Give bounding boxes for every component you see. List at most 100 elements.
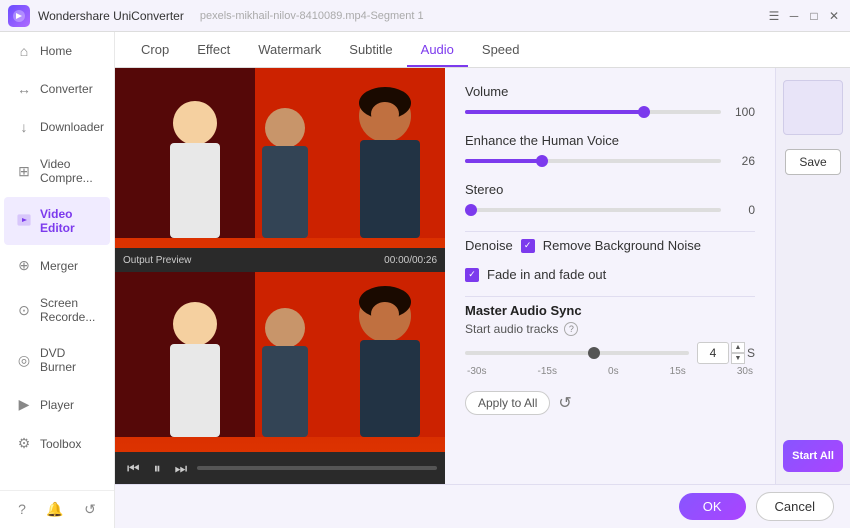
sidebar-item-converter[interactable]: ↔ Converter xyxy=(4,71,110,107)
enhance-fill xyxy=(465,159,542,163)
divider-2 xyxy=(465,296,755,297)
denoise-label: Denoise xyxy=(465,238,513,253)
volume-slider-row: 100 xyxy=(465,105,755,119)
title-bar-left: Wondershare UniConverter pexels-mikhail-… xyxy=(8,5,424,27)
sidebar-item-video-editor[interactable]: Video Editor xyxy=(4,197,110,245)
video-frame-bottom xyxy=(115,272,445,452)
dvd-icon: ◎ xyxy=(16,352,32,369)
volume-label: Volume xyxy=(465,84,755,99)
sidebar-item-merger[interactable]: ⊕ Merger xyxy=(4,247,110,284)
enhance-slider[interactable] xyxy=(465,159,721,163)
sidebar-label-merger: Merger xyxy=(40,259,78,273)
close-button[interactable]: ✕ xyxy=(826,8,842,24)
stereo-row: Stereo 0 xyxy=(465,182,755,217)
num-input-group: ▲ ▼ S xyxy=(697,342,755,364)
enhance-row: Enhance the Human Voice 26 xyxy=(465,133,755,168)
timeline-row: ▲ ▼ S xyxy=(465,342,755,364)
sidebar-item-player[interactable]: ▶ Player xyxy=(4,386,110,423)
stepper-down[interactable]: ▼ xyxy=(731,353,745,364)
ok-button[interactable]: OK xyxy=(679,493,746,520)
sidebar-item-dvd-burner[interactable]: ◎ DVD Burner xyxy=(4,336,110,384)
divider-1 xyxy=(465,231,755,232)
preview-thumbnail-box xyxy=(783,80,843,135)
sidebar-label-player: Player xyxy=(40,398,74,412)
sidebar-label-compressor: Video Compre... xyxy=(40,157,98,185)
video-preview-bottom xyxy=(115,272,445,452)
apply-all-button[interactable]: Apply to All xyxy=(465,391,550,415)
pause-button[interactable]: ⏸ xyxy=(150,458,165,479)
recorder-icon: ⊙ xyxy=(16,302,32,319)
sync-unit: S xyxy=(747,346,755,360)
preview-label: Output Preview xyxy=(123,255,191,266)
sidebar-label-converter: Converter xyxy=(40,82,93,96)
reset-button[interactable]: ↺ xyxy=(558,393,571,413)
sidebar-item-video-compressor[interactable]: ⊞ Video Compre... xyxy=(4,147,110,195)
tab-speed[interactable]: Speed xyxy=(468,34,534,67)
compressor-icon: ⊞ xyxy=(16,163,32,180)
skip-back-button[interactable]: ⏮ xyxy=(123,458,144,479)
stereo-slider-row: 0 xyxy=(465,203,755,217)
window-title: pexels-mikhail-nilov-8410089.mp4-Segment… xyxy=(200,10,424,22)
settings-panel: Volume 100 Enhance the Human Voice xyxy=(445,68,775,484)
timeline-thumb[interactable] xyxy=(588,347,600,359)
main-content: ⌂ Home ↔ Converter ↓ Downloader ⊞ Video … xyxy=(0,32,850,528)
cancel-button[interactable]: Cancel xyxy=(756,492,834,521)
dialog-container: Crop Effect Watermark Subtitle Audio Spe… xyxy=(115,32,850,528)
stereo-thumb[interactable] xyxy=(465,204,477,216)
refresh-icon[interactable]: ↺ xyxy=(84,501,96,518)
sidebar-item-home[interactable]: ⌂ Home xyxy=(4,33,110,69)
remove-bg-checkbox[interactable]: ✓ xyxy=(521,239,535,253)
video-preview-top xyxy=(115,68,445,248)
fade-checkbox-row: ✓ Fade in and fade out xyxy=(465,267,755,282)
timeline-label-0: 0s xyxy=(608,366,619,377)
stereo-value: 0 xyxy=(731,203,755,217)
notification-icon[interactable]: 🔔 xyxy=(46,501,63,518)
fade-row: ✓ Fade in and fade out xyxy=(465,267,755,282)
sync-value-input[interactable] xyxy=(697,342,729,364)
stereo-slider[interactable] xyxy=(465,208,721,212)
right-panel: Save Start All xyxy=(775,68,850,484)
timeline-label-p30: 30s xyxy=(737,366,753,377)
dialog-body: Output Preview 00:00/00:26 xyxy=(115,68,850,484)
denoise-checkbox-row: Denoise ✓ Remove Background Noise xyxy=(465,238,755,253)
tab-watermark[interactable]: Watermark xyxy=(244,34,335,67)
start-all-button[interactable]: Start All xyxy=(783,440,843,472)
preview-time: 00:00/00:26 xyxy=(384,255,437,266)
sidebar-item-screen-recorder[interactable]: ⊙ Screen Recorde... xyxy=(4,286,110,334)
progress-bar[interactable] xyxy=(197,466,437,470)
master-sync-row: Master Audio Sync Start audio tracks ? ▲ xyxy=(465,303,755,377)
stereo-label: Stereo xyxy=(465,182,755,197)
controls-bar: ⏮ ⏸ ⏭ xyxy=(115,452,445,484)
skip-forward-button[interactable]: ⏭ xyxy=(171,458,192,479)
enhance-thumb[interactable] xyxy=(536,155,548,167)
title-bar: Wondershare UniConverter pexels-mikhail-… xyxy=(0,0,850,32)
enhance-slider-row: 26 xyxy=(465,154,755,168)
sidebar-item-toolbox[interactable]: ⚙ Toolbox xyxy=(4,425,110,462)
maximize-button[interactable]: □ xyxy=(806,8,822,24)
sidebar-label-toolbox: Toolbox xyxy=(40,437,81,451)
tab-audio[interactable]: Audio xyxy=(407,34,468,67)
timeline-label-p15: 15s xyxy=(670,366,686,377)
volume-value: 100 xyxy=(731,105,755,119)
tab-effect[interactable]: Effect xyxy=(183,34,244,67)
home-icon: ⌂ xyxy=(16,43,32,59)
sidebar-item-downloader[interactable]: ↓ Downloader xyxy=(4,109,110,145)
tab-subtitle[interactable]: Subtitle xyxy=(335,34,406,67)
timeline-track[interactable] xyxy=(465,351,689,355)
volume-thumb[interactable] xyxy=(638,106,650,118)
tab-crop[interactable]: Crop xyxy=(127,34,183,67)
remove-bg-label: Remove Background Noise xyxy=(543,238,701,253)
volume-row: Volume 100 xyxy=(465,84,755,119)
converter-icon: ↔ xyxy=(16,81,32,97)
help-icon[interactable]: ? xyxy=(18,501,26,518)
merger-icon: ⊕ xyxy=(16,257,32,274)
menu-button[interactable]: ☰ xyxy=(766,8,782,24)
volume-slider[interactable] xyxy=(465,110,721,114)
minimize-button[interactable]: ─ xyxy=(786,8,802,24)
fade-checkbox[interactable]: ✓ xyxy=(465,268,479,282)
info-icon[interactable]: ? xyxy=(564,322,578,336)
stepper-up[interactable]: ▲ xyxy=(731,342,745,353)
app-title: Wondershare UniConverter xyxy=(38,9,184,23)
save-button[interactable]: Save xyxy=(785,149,841,175)
master-sync-title: Master Audio Sync xyxy=(465,303,755,318)
